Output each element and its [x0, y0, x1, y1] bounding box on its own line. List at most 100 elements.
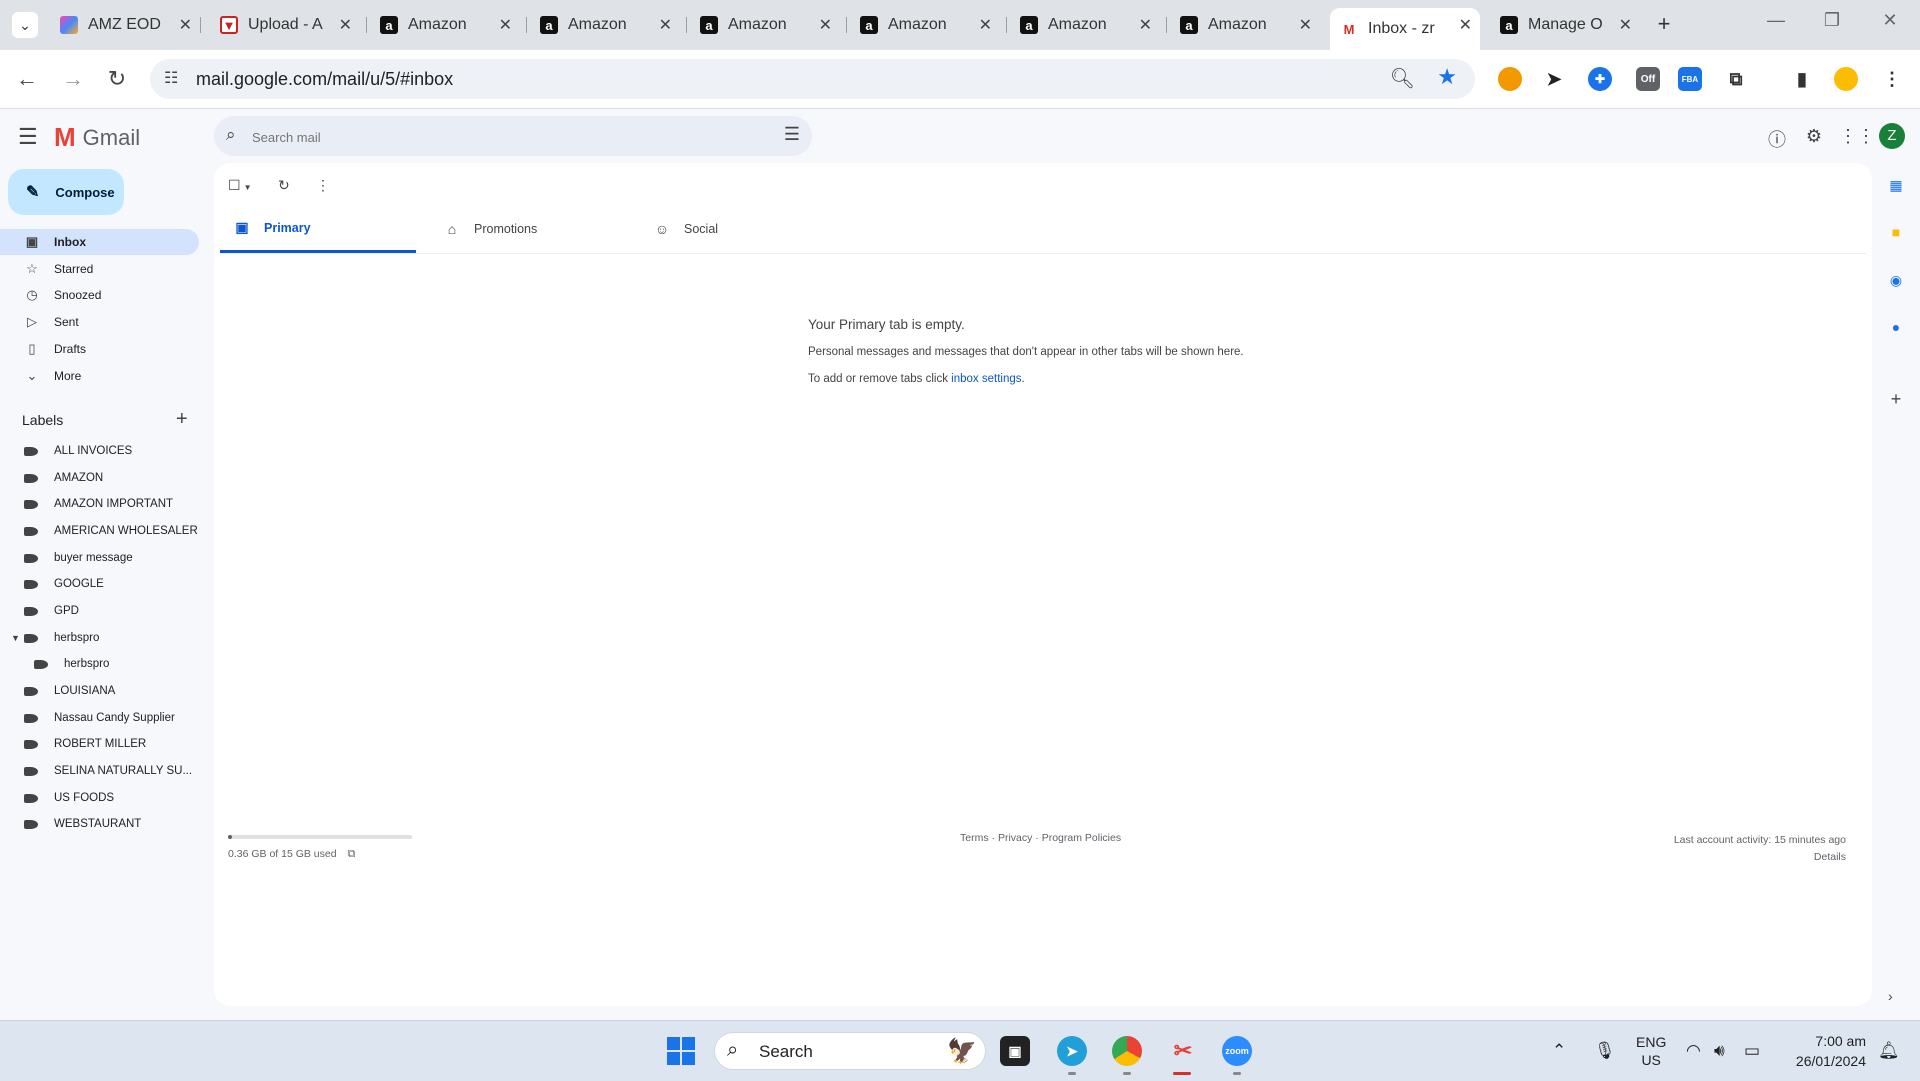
- extension-fba-icon[interactable]: FBA: [1678, 67, 1702, 91]
- notification-bell-icon[interactable]: 🔔︎: [1878, 1041, 1900, 1061]
- taskbar-search[interactable]: ⌕ Search 🦅: [714, 1032, 986, 1070]
- zoom-icon[interactable]: 🔍︎: [1390, 66, 1415, 91]
- nav-item-sent[interactable]: ▷ Sent: [0, 309, 199, 335]
- new-tab-button[interactable]: +: [1651, 12, 1677, 38]
- telegram-icon[interactable]: ➤: [1057, 1036, 1087, 1066]
- browser-tab[interactable]: a Amazon ✕: [530, 8, 680, 42]
- battery-icon[interactable]: ▭: [1744, 1041, 1760, 1061]
- bookmark-star-icon[interactable]: ★: [1437, 64, 1457, 90]
- back-button[interactable]: ←: [12, 64, 42, 94]
- calendar-icon[interactable]: ▦: [1886, 175, 1906, 195]
- label-item[interactable]: WEBSTAURANT: [0, 814, 141, 834]
- forward-button[interactable]: →: [58, 64, 88, 94]
- open-external-icon[interactable]: ⧉: [348, 848, 356, 860]
- tab-search-button[interactable]: ⌄: [12, 12, 38, 38]
- label-item[interactable]: AMAZON IMPORTANT: [0, 494, 173, 514]
- chevron-up-icon[interactable]: ⌃: [1552, 1041, 1566, 1061]
- more-options-icon[interactable]: ⋮: [316, 177, 330, 194]
- get-addons-icon[interactable]: +: [1886, 389, 1906, 409]
- caret-down-icon[interactable]: ▼: [244, 183, 252, 192]
- privacy-link[interactable]: Privacy: [998, 832, 1032, 844]
- main-menu-button[interactable]: ☰: [18, 124, 38, 150]
- snipping-tool-icon[interactable]: ✂: [1168, 1036, 1198, 1066]
- close-icon[interactable]: ✕: [1299, 15, 1312, 35]
- nav-item-snoozed[interactable]: ◷ Snoozed: [0, 282, 199, 308]
- browser-tab[interactable]: AMZ EOD ✕: [50, 8, 200, 42]
- task-view-icon[interactable]: ▣: [1000, 1036, 1030, 1066]
- refresh-icon[interactable]: ↻: [278, 177, 290, 194]
- caret-down-icon[interactable]: ▼: [11, 633, 20, 643]
- restore-button[interactable]: ❐: [1812, 10, 1852, 31]
- close-icon[interactable]: ✕: [499, 15, 512, 35]
- nav-item-more[interactable]: ⌄ More: [0, 363, 199, 389]
- contacts-icon[interactable]: ●: [1886, 317, 1906, 337]
- close-icon[interactable]: ✕: [1139, 15, 1152, 35]
- close-icon[interactable]: ✕: [1619, 15, 1632, 35]
- url-text[interactable]: mail.google.com/mail/u/5/#inbox: [196, 69, 453, 90]
- extension-arrow-icon[interactable]: ➤: [1542, 67, 1566, 91]
- search-options-icon[interactable]: ☰: [784, 124, 800, 145]
- tasks-icon[interactable]: ◉: [1886, 270, 1906, 290]
- apps-grid-icon[interactable]: ⋮⋮: [1839, 126, 1875, 147]
- browser-tab[interactable]: a Amazon ✕: [1170, 8, 1320, 42]
- gmail-logo[interactable]: M Gmail: [54, 122, 140, 153]
- label-item-child[interactable]: herbspro: [0, 654, 109, 674]
- create-label-button[interactable]: +: [176, 408, 188, 431]
- settings-gear-icon[interactable]: ⚙: [1802, 126, 1826, 147]
- keep-icon[interactable]: ■: [1886, 222, 1906, 242]
- chrome-icon[interactable]: [1112, 1036, 1142, 1066]
- search-input[interactable]: [250, 125, 734, 149]
- tab-primary[interactable]: ▣ Primary: [220, 205, 416, 253]
- zoom-icon[interactable]: zoom: [1222, 1036, 1252, 1066]
- profile-icon[interactable]: [1834, 67, 1858, 91]
- nav-item-starred[interactable]: ☆ Starred: [0, 256, 199, 282]
- browser-tab[interactable]: a Manage O ✕: [1490, 8, 1640, 42]
- minimize-button[interactable]: —: [1756, 10, 1796, 31]
- close-icon[interactable]: ✕: [979, 15, 992, 35]
- extension-icon[interactable]: [1498, 67, 1522, 91]
- close-icon[interactable]: ✕: [659, 15, 672, 35]
- browser-tab[interactable]: ▼ Upload - A ✕: [210, 8, 360, 42]
- volume-icon[interactable]: 🔊︎: [1714, 1041, 1725, 1061]
- label-item[interactable]: ALL INVOICES: [0, 441, 132, 461]
- select-checkbox[interactable]: ☐ ▼: [228, 177, 251, 194]
- program-policies-link[interactable]: Program Policies: [1042, 832, 1121, 844]
- site-info-icon[interactable]: ☷: [164, 68, 178, 88]
- input-language[interactable]: ENG US: [1636, 1033, 1666, 1069]
- browser-tab[interactable]: a Amazon ✕: [690, 8, 840, 42]
- browser-tab[interactable]: a Amazon ✕: [370, 8, 520, 42]
- label-item[interactable]: AMERICAN WHOLESALER: [0, 521, 198, 541]
- browser-tab[interactable]: a Amazon ✕: [1010, 8, 1160, 42]
- terms-link[interactable]: Terms: [960, 832, 989, 844]
- extension-off-icon[interactable]: Off: [1636, 67, 1660, 91]
- microphone-icon[interactable]: 🎙︎: [1594, 1041, 1616, 1061]
- address-bar[interactable]: ☷ mail.google.com/mail/u/5/#inbox 🔍︎ ★: [150, 59, 1475, 99]
- label-item[interactable]: GOOGLE: [0, 574, 104, 594]
- reload-button[interactable]: ↻: [102, 64, 132, 94]
- extensions-puzzle-icon[interactable]: ⧉: [1724, 67, 1748, 91]
- tab-promotions[interactable]: ⌂ Promotions: [430, 205, 626, 253]
- label-item[interactable]: SELINA NATURALLY SU...: [0, 761, 192, 781]
- close-icon[interactable]: ✕: [179, 15, 192, 35]
- nav-item-drafts[interactable]: ▯ Drafts: [0, 336, 199, 362]
- avatar[interactable]: Z: [1879, 123, 1905, 149]
- windows-start-icon[interactable]: [667, 1037, 695, 1065]
- browser-tab-active[interactable]: M Inbox - zr ✕: [1330, 8, 1480, 50]
- details-link[interactable]: Details: [1674, 849, 1846, 866]
- menu-kebab-icon[interactable]: ⋮: [1880, 67, 1904, 91]
- chevron-right-icon[interactable]: ›: [1888, 988, 1893, 1004]
- close-icon[interactable]: ✕: [339, 15, 352, 35]
- label-item[interactable]: AMAZON: [0, 468, 103, 488]
- label-item[interactable]: buyer message: [0, 548, 133, 568]
- close-icon[interactable]: ✕: [819, 15, 832, 35]
- browser-tab[interactable]: a Amazon ✕: [850, 8, 1000, 42]
- extension-icon[interactable]: ✚: [1588, 67, 1612, 91]
- side-panel-icon[interactable]: ▮: [1790, 67, 1814, 91]
- inbox-settings-link[interactable]: inbox settings: [951, 373, 1021, 385]
- tab-social[interactable]: ☺ Social: [640, 205, 836, 253]
- label-item[interactable]: Nassau Candy Supplier: [0, 708, 175, 728]
- search-icon[interactable]: ⌕: [226, 125, 236, 145]
- label-item[interactable]: ROBERT MILLER: [0, 734, 146, 754]
- label-item[interactable]: ▼ herbspro: [0, 628, 99, 648]
- label-item[interactable]: LOUISIANA: [0, 681, 115, 701]
